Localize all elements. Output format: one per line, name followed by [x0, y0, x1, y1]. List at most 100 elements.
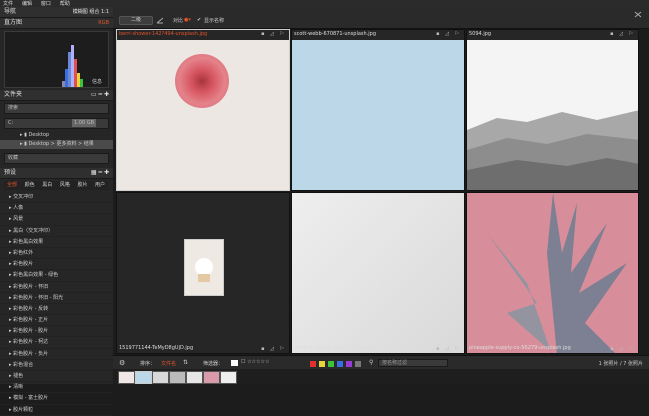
preset-item[interactable]: ▸ 风景 — [0, 214, 113, 226]
rating-filter-icon[interactable]: ☐ ☆☆☆☆☆ — [241, 359, 269, 365]
left-sidebar: 导航 模糊图 组合 1:1 直方图 RGB 信息 文件夹 ▭ ━ ✚ 搜索 C:… — [0, 7, 113, 416]
folders-controls[interactable]: ▭ ━ ✚ — [91, 90, 109, 100]
image-cell[interactable]: berri-shower-142?494-unsplash.jpg ▪ ◿ ⚐ — [116, 29, 290, 191]
filmstrip-thumb[interactable] — [169, 371, 186, 384]
preset-item[interactable]: ▸ 彩色胶片 - 正片 — [0, 315, 113, 327]
favorites-field[interactable]: 收藏 — [4, 153, 109, 164]
collapse-toolbar-icon[interactable] — [633, 10, 643, 19]
label-none-swatch[interactable] — [355, 361, 361, 367]
presets-title: 预设 — [4, 169, 17, 176]
folders-title: 文件夹 — [4, 91, 23, 98]
rose-image — [175, 54, 229, 108]
cell-rating-icons[interactable]: ▪ ◿ ⚐ — [610, 346, 635, 352]
preset-item[interactable]: ▸ 胶片颗粒 — [0, 405, 113, 416]
cupcake-image — [184, 239, 224, 296]
histogram-title: 直方图 — [4, 19, 23, 26]
image-filename: pineapple-supply-co-56279-unsplash.jpg — [469, 345, 571, 351]
preset-item[interactable]: ▸ 彩色胶片 - 负片 — [0, 349, 113, 360]
image-count-status: 1 张照片 / 7 张照片 — [598, 361, 643, 367]
filter-label: 筛选器： — [203, 361, 224, 367]
folders-header[interactable]: 文件夹 ▭ ━ ✚ — [0, 90, 113, 101]
filmstrip-thumb[interactable] — [203, 371, 220, 384]
image-filename: 1519771144-TeMyD8gUjD.jpg — [119, 345, 194, 351]
label-yellow-swatch[interactable] — [319, 361, 325, 367]
browser-toolbar: 二级 对比 ●▾ ✔ 显示名称 — [113, 7, 649, 29]
preset-item[interactable]: ▸ 彩色胶片 - 怀旧 - 阳光 — [0, 293, 113, 304]
histogram-header[interactable]: 直方图 RGB — [0, 18, 113, 29]
filter-search-input[interactable]: 按名称过滤 — [378, 359, 448, 367]
compare-dropdown-icon[interactable]: ●▾ — [184, 17, 191, 23]
cell-rating-icons[interactable]: ▪ ◿ ⚐ — [261, 31, 286, 37]
preset-item[interactable]: ▸ 彩色胶片 - 怀旧 — [0, 282, 113, 293]
sort-dropdown[interactable]: 文件名 — [161, 360, 176, 367]
pineapple-image — [467, 193, 638, 353]
label-red-swatch[interactable] — [310, 361, 316, 367]
image-filename: berri-shower-142?494-unsplash.jpg — [119, 31, 208, 37]
folder-search-input[interactable]: 搜索 — [4, 103, 109, 114]
filmstrip-thumb[interactable] — [220, 371, 237, 384]
preset-list: ▸ 交叉冲印 ▸ 人像 ▸ 风景 ▸ 黑白（交叉冲印） ▸ 彩色黑白效果 ▸ 彩色红外 ▸ … — [0, 192, 113, 416]
flag-filter-icon[interactable] — [231, 360, 238, 366]
preset-item[interactable]: ▸ 彩色胶片 — [0, 259, 113, 271]
histogram-chart: 信息 — [4, 31, 109, 88]
histogram-info-label: 信息 — [91, 79, 102, 85]
preset-item[interactable]: ▸ 彩色胶片 - 柯达 — [0, 337, 113, 349]
label-blue-swatch[interactable] — [337, 361, 343, 367]
nav-tab-fit[interactable]: 模糊图 — [73, 9, 88, 15]
preset-tab-style[interactable]: 风格 — [60, 182, 70, 188]
image-cell[interactable]: annie-austy-ke-1426774-unsplash.jpg ▪ ◿ ⚐ — [291, 192, 465, 354]
label-green-swatch[interactable] — [328, 361, 334, 367]
drive-row[interactable]: C: 1.00 GB — [4, 118, 109, 129]
preset-item[interactable]: ▸ 褪色 — [0, 371, 113, 383]
preset-item[interactable]: ▸ 彩色红外 — [0, 248, 113, 260]
navigator-header[interactable]: 导航 模糊图 组合 1:1 — [0, 7, 113, 18]
folder-row[interactable]: ▸ ▮ Desktop > 更多资料 > 结果 — [0, 140, 113, 149]
filmstrip-thumb[interactable] — [152, 371, 169, 384]
browser-statusbar: ⚙ 排序： 文件名 ⇅ 筛选器： ☐ ☆☆☆☆☆ ⚲ 按名称过滤 1 张照片 /… — [113, 355, 649, 369]
presets-header[interactable]: 预设 ▦ ━ ✚ — [0, 168, 113, 179]
image-cell[interactable]: 5094.jpg ▪ ◿ ⚐ — [466, 29, 639, 191]
preset-item[interactable]: ▸ 彩色胶片 - 反转 — [0, 304, 113, 316]
image-filename: 5094.jpg — [469, 31, 492, 37]
nav-tab-100[interactable]: 1:1 — [101, 9, 109, 15]
image-cell[interactable]: scott-webb-670871-unsplash.jpg ▪ ◿ ⚐ — [291, 29, 465, 191]
histogram-mode[interactable]: RGB — [98, 18, 109, 28]
preset-item[interactable]: ▸ 彩色黑白效果 — [0, 237, 113, 248]
image-cell[interactable]: pineapple-supply-co-56279-unsplash.jpg ▪ … — [466, 192, 639, 354]
cell-rating-icons[interactable]: ▪ ◿ ⚐ — [436, 346, 461, 352]
sliders-icon[interactable] — [156, 16, 164, 25]
preset-tab-film[interactable]: 胶片 — [77, 182, 87, 188]
blank-texture-image — [292, 193, 464, 353]
presets-controls[interactable]: ▦ ━ ✚ — [91, 168, 109, 178]
preset-item[interactable]: ▸ 彩色胶片 - 胶片 — [0, 326, 113, 338]
view-mode-button[interactable]: 二级 — [119, 16, 153, 25]
mountains-image — [467, 40, 638, 190]
show-names-label: 显示名称 — [204, 18, 225, 24]
preset-item[interactable]: ▸ 模拟 - 富士胶片 — [0, 393, 113, 405]
preset-item[interactable]: ▸ 黑白（交叉冲印） — [0, 226, 113, 237]
menu-bar: 文件 编辑 窗口 帮助 — [0, 0, 649, 7]
image-cell[interactable]: 1519771144-TeMyD8gUjD.jpg ▪ ◿ ⚐ — [116, 192, 290, 354]
filmstrip-thumb[interactable] — [118, 371, 135, 384]
preset-tab-all[interactable]: 全部 — [7, 182, 17, 188]
cell-rating-icons[interactable]: ▪ ◿ ⚐ — [436, 31, 461, 37]
settings-gear-icon[interactable]: ⚙ — [119, 359, 125, 367]
folder-row[interactable]: ▸ ▮ Desktop — [0, 131, 113, 140]
preset-item[interactable]: ▸ 彩色黑白效果 - 绿色 — [0, 270, 113, 282]
preset-tab-bw[interactable]: 黑白 — [42, 182, 52, 188]
label-purple-swatch[interactable] — [346, 361, 352, 367]
presets-tabs: 全部 颜色 黑白 风格 胶片 用户 — [4, 181, 109, 190]
sort-direction-icon[interactable]: ⇅ — [183, 359, 188, 366]
preset-item[interactable]: ▸ 交叉冲印 — [0, 192, 113, 204]
filmstrip-thumb[interactable] — [135, 371, 152, 384]
show-names-checkbox[interactable]: ✔ — [197, 17, 201, 23]
preset-tab-color[interactable]: 颜色 — [25, 182, 35, 188]
cell-rating-icons[interactable]: ▪ ◿ ⚐ — [610, 31, 635, 37]
preset-item[interactable]: ▸ 彩色混合 — [0, 360, 113, 371]
cell-rating-icons[interactable]: ▪ ◿ ⚐ — [261, 346, 286, 352]
nav-tab-fill[interactable]: 组合 — [89, 9, 99, 15]
filmstrip-thumb[interactable] — [186, 371, 203, 384]
filmstrip — [113, 369, 649, 384]
preset-item[interactable]: ▸ 人像 — [0, 203, 113, 215]
preset-tab-user[interactable]: 用户 — [95, 182, 105, 188]
